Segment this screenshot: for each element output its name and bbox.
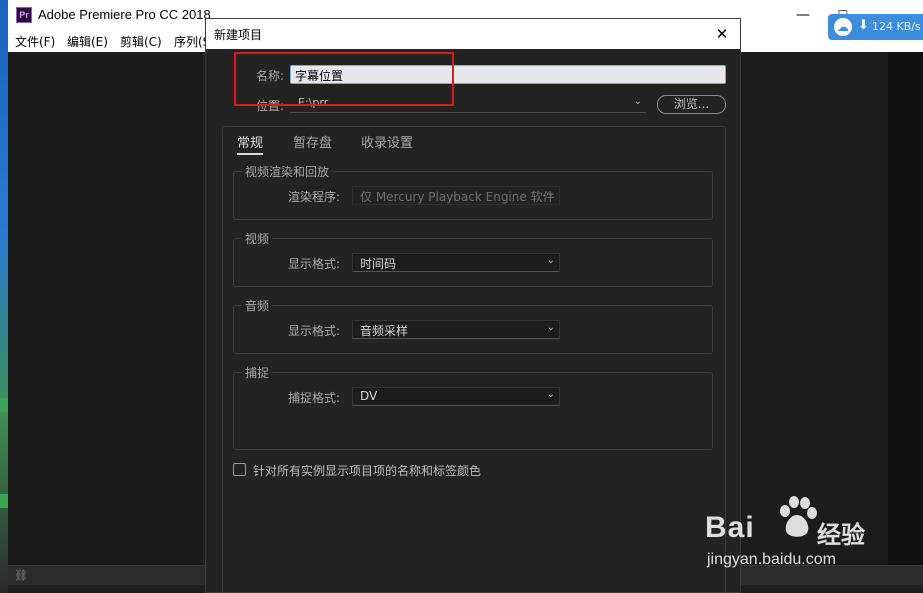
- baidu-cloud-icon: ☁: [834, 18, 852, 36]
- desktop-shortcut-icon[interactable]: [0, 494, 8, 508]
- desktop-shortcut-icon[interactable]: [0, 398, 8, 412]
- tab-general[interactable]: 常规: [237, 132, 264, 155]
- render-group: 视频渲染和回放 渲染程序: 仅 Mercury Playback Engine …: [233, 163, 713, 220]
- video-display-format-select[interactable]: 时间码 ⌄: [352, 253, 560, 272]
- minimize-button[interactable]: —: [783, 0, 823, 30]
- tab-ingest-settings[interactable]: 收录设置: [361, 132, 413, 151]
- watermark-brand: Bai: [705, 511, 755, 544]
- audio-group: 音频 显示格式: 音频采样 ⌄: [233, 297, 713, 354]
- premiere-logo-icon: Pr: [16, 7, 32, 23]
- capture-format-value: DV: [360, 389, 378, 403]
- video-display-format-label: 显示格式:: [288, 257, 341, 271]
- renderer-select: 仅 Mercury Playback Engine 软件 ⌄: [352, 186, 560, 205]
- side-panel: [888, 52, 923, 585]
- renderer-label: 渲染程序:: [288, 190, 341, 204]
- desktop-background: [0, 0, 8, 593]
- capture-format-label: 捕捉格式:: [288, 391, 341, 405]
- watermark-brand-suffix: 经验: [817, 521, 865, 549]
- render-group-title: 视频渲染和回放: [242, 163, 333, 180]
- chevron-down-icon: ⌄: [546, 188, 555, 199]
- network-speed-widget[interactable]: ☁ ⬇ 124 KB/s: [828, 14, 923, 40]
- menu-file[interactable]: 文件(F): [15, 33, 55, 50]
- download-arrow-icon: ⬇: [858, 18, 869, 33]
- app-title: Adobe Premiere Pro CC 2018: [38, 7, 211, 22]
- tab-scratch-disks[interactable]: 暂存盘: [293, 132, 332, 151]
- capture-group: 捕捉 捕捉格式: DV ⌄: [233, 364, 713, 450]
- audio-display-format-value: 音频采样: [360, 324, 409, 338]
- label-colors-checkbox[interactable]: [233, 463, 246, 476]
- video-display-format-value: 时间码: [360, 257, 397, 271]
- chevron-down-icon: ⌄: [546, 255, 555, 266]
- chevron-down-icon: ⌄: [546, 389, 555, 400]
- menu-clip[interactable]: 剪辑(C): [120, 33, 162, 50]
- baidu-paw-icon: [780, 496, 817, 537]
- baidu-watermark: Bai 经验 jingyan.baidu.com: [705, 495, 885, 575]
- chevron-down-icon: ⌄: [546, 322, 555, 333]
- chevron-down-icon: ⌄: [633, 96, 642, 107]
- download-speed: 124 KB/s: [872, 20, 921, 33]
- audio-group-title: 音频: [242, 297, 273, 314]
- label-colors-checkbox-label: 针对所有实例显示项目项的名称和标签颜色: [253, 464, 482, 478]
- browse-button[interactable]: 浏览...: [657, 95, 726, 114]
- dialog-titlebar: 新建项目 ✕: [206, 19, 740, 49]
- video-group-title: 视频: [242, 230, 273, 247]
- dialog-title: 新建项目: [214, 28, 263, 42]
- menu-edit[interactable]: 编辑(E): [67, 33, 108, 50]
- audio-display-format-label: 显示格式:: [288, 324, 341, 338]
- link-icon[interactable]: ⛓: [14, 569, 28, 582]
- audio-display-format-select[interactable]: 音频采样 ⌄: [352, 320, 560, 339]
- watermark-url: jingyan.baidu.com: [707, 551, 836, 568]
- highlight-annotation: [234, 52, 454, 106]
- project-panel: [8, 52, 204, 565]
- video-group: 视频 显示格式: 时间码 ⌄: [233, 230, 713, 287]
- settings-tabs-panel: 常规 暂存盘 收录设置 视频渲染和回放 渲染程序: 仅 Mercury Play…: [222, 126, 726, 593]
- renderer-value: 仅 Mercury Playback Engine 软件: [360, 190, 555, 204]
- capture-group-title: 捕捉: [242, 364, 273, 381]
- capture-format-select[interactable]: DV ⌄: [352, 387, 560, 406]
- dialog-close-button[interactable]: ✕: [710, 22, 734, 46]
